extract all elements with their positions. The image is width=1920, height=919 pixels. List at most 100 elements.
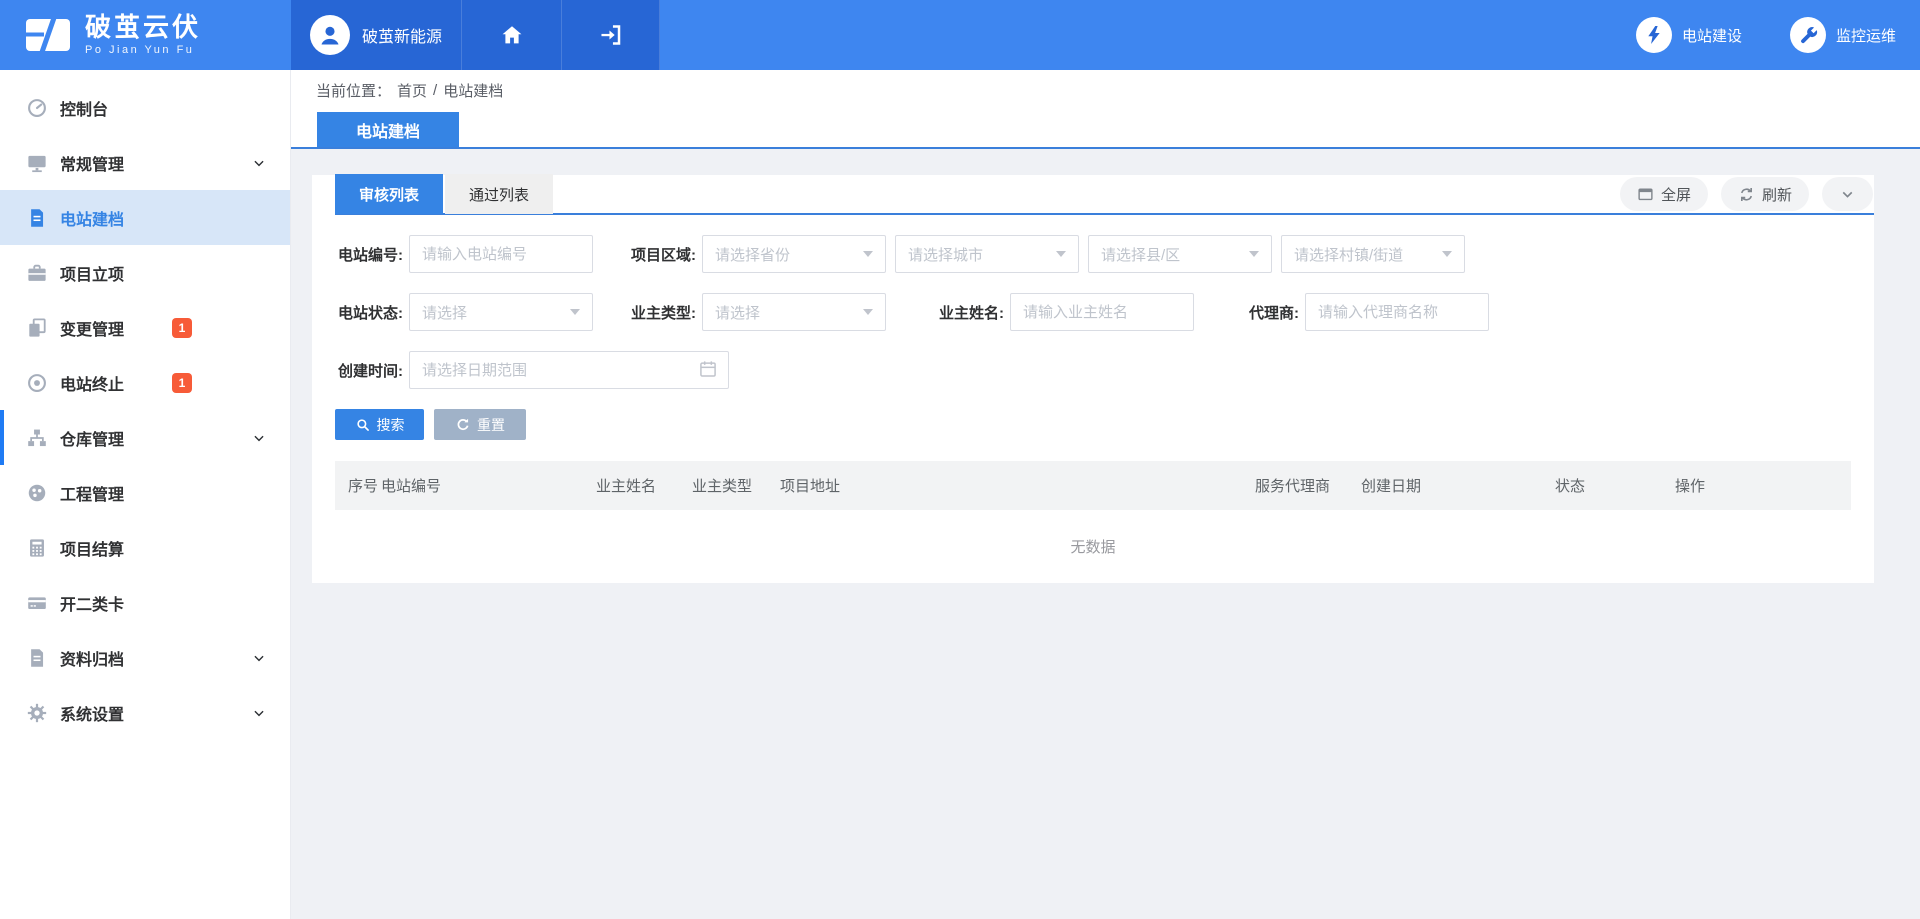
search-icon <box>355 417 371 433</box>
sidebar-item-label: 仓库管理 <box>60 426 172 450</box>
tab-passed-list[interactable]: 通过列表 <box>445 174 553 214</box>
province-select-value: 请选择省份 <box>715 244 790 265</box>
sidebar-item-station-archive[interactable]: 电站建档 <box>0 190 290 245</box>
reset-button-label: 重置 <box>477 415 505 435</box>
fullscreen-label: 全屏 <box>1661 184 1691 205</box>
calculator-icon <box>26 537 48 559</box>
chevron-down-icon <box>1839 186 1856 203</box>
sidebar-item-data-archive[interactable]: 资料归档 <box>0 630 290 685</box>
table-header-cell: 操作 <box>1675 475 1851 496</box>
county-select[interactable]: 请选择县/区 <box>1088 235 1272 273</box>
gear-icon <box>26 702 48 724</box>
city-select[interactable]: 请选择城市 <box>895 235 1079 273</box>
reset-button[interactable]: 重置 <box>434 409 526 440</box>
region-label: 项目区域: <box>628 244 696 265</box>
breadcrumb-home[interactable]: 首页 <box>397 80 427 101</box>
sidebar-item-label: 项目立项 <box>60 261 172 285</box>
notification-badge: 1 <box>172 318 192 338</box>
sidebar-item-open-card[interactable]: 开二类卡 <box>0 575 290 630</box>
sidebar-item-dashboard[interactable]: 控制台 <box>0 80 290 135</box>
owner-name-label: 业主姓名: <box>936 302 1004 323</box>
app-screen: 破茧云伏 Po Jian Yun Fu 破茧新能源 <box>0 0 1920 919</box>
record-icon <box>26 372 48 394</box>
refresh-button[interactable]: 刷新 <box>1721 177 1809 211</box>
logo-subtitle: Po Jian Yun Fu <box>85 44 201 56</box>
date-range-field <box>409 351 729 389</box>
table-header-cell: 项目地址 <box>780 475 1255 496</box>
station-archive-panel: 审核列表 通过列表 全屏 <box>312 175 1874 583</box>
sidebar-item-label: 电站建档 <box>60 206 172 230</box>
chevron-down-icon <box>252 706 266 720</box>
reset-icon <box>455 417 471 433</box>
signin-button[interactable] <box>562 0 660 70</box>
owner-type-value: 请选择 <box>715 302 760 323</box>
sidebar-item-warehouse-mgmt[interactable]: 仓库管理 <box>0 410 290 465</box>
caret-down-icon <box>863 251 873 257</box>
sidebar-item-change-mgmt[interactable]: 变更管理 1 <box>0 300 290 355</box>
collapse-button[interactable] <box>1822 177 1873 211</box>
brand-logo: 破茧云伏 Po Jian Yun Fu <box>0 0 291 70</box>
owner-type-select[interactable]: 请选择 <box>702 293 886 331</box>
agent-input[interactable] <box>1305 293 1489 331</box>
table-header-cell: 创建日期 <box>1361 475 1555 496</box>
station-status-value: 请选择 <box>422 302 467 323</box>
caret-down-icon <box>1056 251 1066 257</box>
station-no-label: 电站编号: <box>335 244 403 265</box>
sidebar-item-engineering-mgmt[interactable]: 工程管理 <box>0 465 290 520</box>
wrench-icon <box>1790 17 1826 53</box>
sidebar: 控制台 常规管理 电站建档 <box>0 70 291 919</box>
nav-monitor-ops[interactable]: 监控运维 <box>1790 17 1896 53</box>
sidebar-item-station-terminate[interactable]: 电站终止 1 <box>0 355 290 410</box>
logo-title: 破茧云伏 <box>85 14 201 41</box>
refresh-label: 刷新 <box>1762 184 1792 205</box>
caret-down-icon <box>1249 251 1259 257</box>
fullscreen-button[interactable]: 全屏 <box>1620 177 1708 211</box>
company-name: 破茧新能源 <box>362 23 442 47</box>
nav-station-build[interactable]: 电站建设 <box>1636 17 1742 53</box>
page-tab-station-archive[interactable]: 电站建档 <box>317 112 459 147</box>
sidebar-item-project-initiation[interactable]: 项目立项 <box>0 245 290 300</box>
table-header-cell: 电站编号 <box>381 475 596 496</box>
panel-tab-bar: 审核列表 通过列表 全屏 <box>335 175 1874 215</box>
breadcrumb-prefix: 当前位置： <box>316 80 391 101</box>
sidebar-item-label: 开二类卡 <box>60 591 172 615</box>
owner-name-input[interactable] <box>1010 293 1194 331</box>
breadcrumb-separator: / <box>433 82 437 99</box>
main-content: 当前位置： 首页 / 电站建档 电站建档 审核列表 通过列表 <box>291 70 1920 919</box>
home-button[interactable] <box>462 0 562 70</box>
monitor-icon <box>26 152 48 174</box>
home-icon <box>500 23 524 47</box>
sidebar-item-project-settlement[interactable]: 项目结算 <box>0 520 290 575</box>
lightning-icon <box>1636 17 1672 53</box>
agent-label: 代理商: <box>1231 302 1299 323</box>
owner-type-label: 业主类型: <box>628 302 696 323</box>
table-header-cell: 序号 <box>335 475 381 496</box>
search-button[interactable]: 搜索 <box>335 409 424 440</box>
signin-icon <box>598 22 624 48</box>
sidebar-item-label: 常规管理 <box>60 151 172 175</box>
province-select[interactable]: 请选择省份 <box>702 235 886 273</box>
active-accent-bar <box>0 410 4 465</box>
form-row-2: 电站状态: 请选择 业主类型: 请选择 业主姓名: 代理商: <box>335 293 1851 331</box>
tab-review-list[interactable]: 审核列表 <box>335 174 443 214</box>
caret-down-icon <box>863 309 873 315</box>
chevron-down-icon <box>252 431 266 445</box>
logo-text: 破茧云伏 Po Jian Yun Fu <box>85 14 201 55</box>
sidebar-item-general-mgmt[interactable]: 常规管理 <box>0 135 290 190</box>
date-range-input[interactable] <box>409 351 729 389</box>
caret-down-icon <box>570 309 580 315</box>
sidebar-item-system-settings[interactable]: 系统设置 <box>0 685 290 740</box>
sidebar-item-label: 工程管理 <box>60 481 172 505</box>
station-status-select[interactable]: 请选择 <box>409 293 593 331</box>
sidebar-item-label: 系统设置 <box>60 701 172 725</box>
form-row-3: 创建时间: <box>335 351 1851 389</box>
dashboard-icon <box>26 97 48 119</box>
city-select-value: 请选择城市 <box>908 244 983 265</box>
user-icon <box>317 22 343 48</box>
user-menu[interactable]: 破茧新能源 <box>291 0 462 70</box>
station-no-input[interactable] <box>409 235 593 273</box>
table-header-cell: 业主姓名 <box>596 475 692 496</box>
search-button-label: 搜索 <box>377 415 405 435</box>
breadcrumb-current: 电站建档 <box>443 80 503 101</box>
village-select[interactable]: 请选择村镇/街道 <box>1281 235 1465 273</box>
